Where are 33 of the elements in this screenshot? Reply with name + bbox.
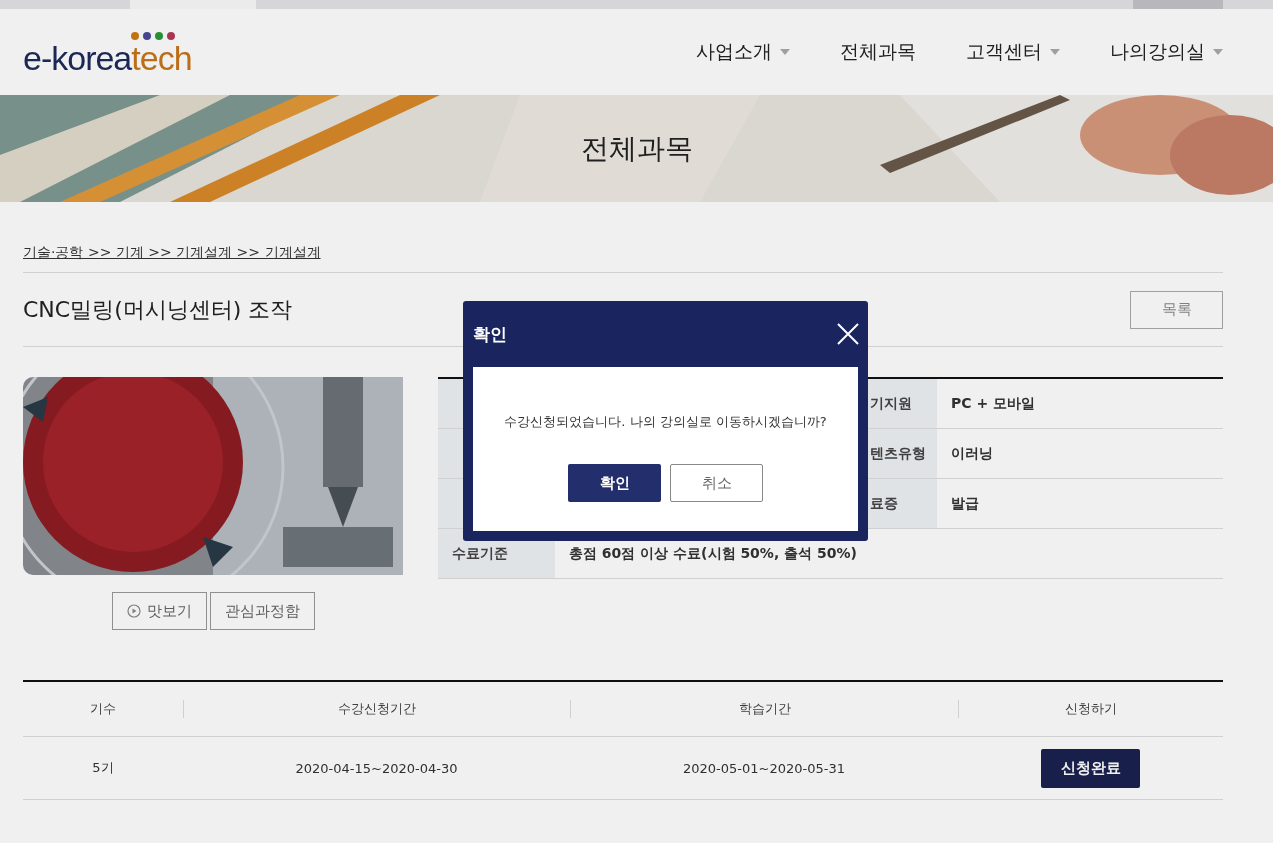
cancel-button[interactable]: 취소 — [670, 464, 763, 502]
nav-item[interactable]: 사업소개 — [696, 39, 790, 65]
top-tab[interactable] — [1133, 0, 1223, 9]
column-header: 기수 — [89, 700, 117, 718]
info-value: 발급 — [950, 493, 980, 513]
page-title: 전체과목 — [580, 130, 693, 167]
nav-item[interactable]: 전체과목 — [840, 39, 916, 65]
top-tab[interactable] — [130, 0, 256, 9]
caret-icon — [1213, 49, 1223, 55]
info-value: 이러닝 — [950, 443, 994, 463]
table-cell-text: 2020-05-01~2020-05-31 — [682, 760, 846, 776]
caret-icon — [1050, 49, 1060, 55]
dialog-message: 수강신청되었습니다. 나의 강의실로 이동하시겠습니까? — [504, 413, 827, 431]
confirm-button[interactable]: 확인 — [568, 464, 661, 502]
table-cell-text: 5기 — [91, 759, 115, 777]
table-cell-text: 2020-04-15~2020-04-30 — [294, 760, 459, 776]
course-title: CNC밀링(머시닝센터) 조작 — [23, 295, 293, 324]
nav-item[interactable]: 나의강의실 — [1110, 39, 1223, 65]
logo[interactable]: e-koreatech — [23, 30, 192, 78]
column-header: 수강신청기간 — [183, 700, 570, 718]
close-icon[interactable] — [837, 323, 859, 345]
dialog-title: 확인 — [473, 322, 507, 346]
info-value: 총점 60점 이상 수료(시험 50%, 출석 50%) — [568, 543, 858, 563]
column-header: 학습기간 — [570, 700, 958, 718]
caret-icon — [780, 49, 790, 55]
course-button[interactable]: 맛보기 — [111, 592, 207, 630]
course-button[interactable]: 관심과정함 — [209, 592, 315, 630]
nav-item[interactable]: 고객센터 — [966, 39, 1060, 65]
applied-button[interactable]: 신청완료 — [1041, 748, 1140, 788]
column-header: 신청하기 — [958, 700, 1223, 718]
breadcrumb-link[interactable]: 기술·공학 >> 기계 >> 기계설계 >> 기계설계 — [23, 244, 321, 260]
play-icon — [126, 604, 141, 618]
info-value: PC + 모바일 — [950, 393, 1036, 413]
